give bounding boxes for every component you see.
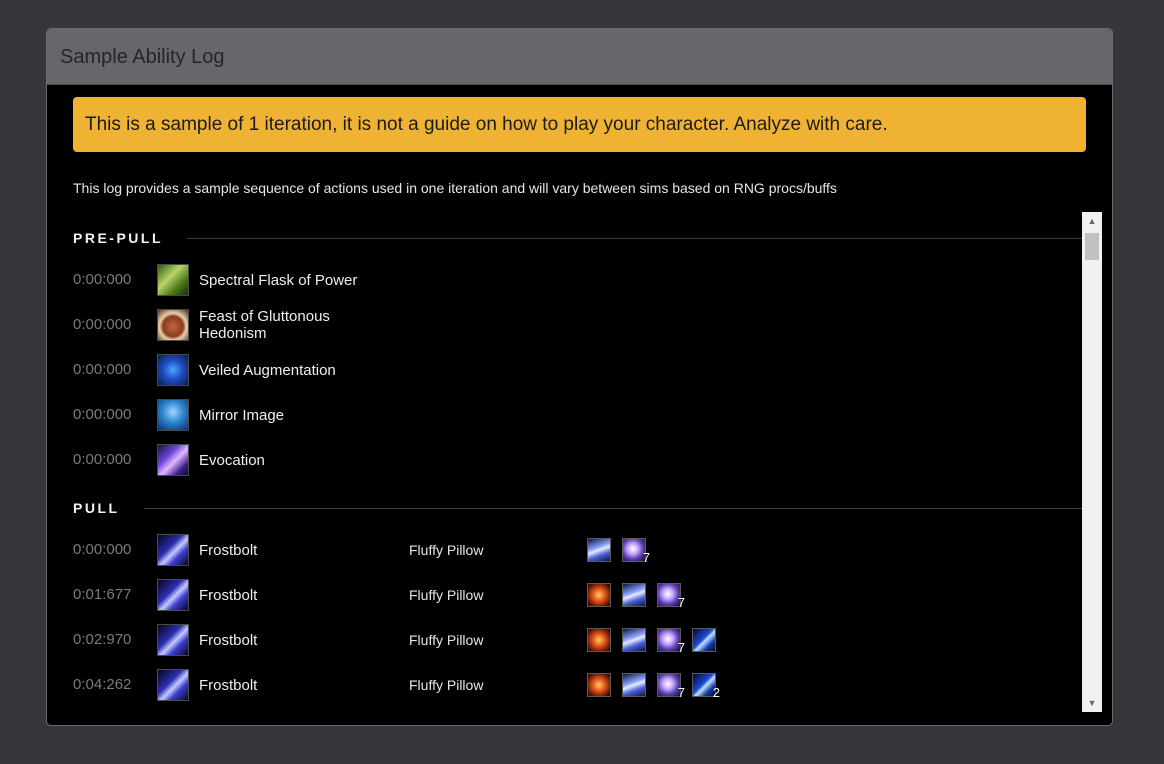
target-name: Fluffy Pillow bbox=[409, 542, 484, 558]
log-time: 0:00:000 bbox=[73, 406, 132, 423]
log-row: 0:02:970 Frostbolt Fluffy Pillow 7 bbox=[73, 622, 1073, 658]
section-divider bbox=[187, 237, 1083, 239]
log-time: 0:01:677 bbox=[73, 586, 132, 603]
section-label: PULL bbox=[73, 500, 120, 516]
target-name: Fluffy Pillow bbox=[409, 677, 484, 693]
scroll-up-arrow-icon[interactable]: ▲ bbox=[1082, 212, 1102, 230]
ability-name: Mirror Image bbox=[199, 406, 285, 424]
frost-swirl-buff-icon bbox=[587, 538, 611, 562]
ability-name: Veiled Augmentation bbox=[199, 361, 336, 379]
buff-stack-count: 2 bbox=[712, 685, 720, 700]
arcane-orb-buff-icon: 7 bbox=[657, 628, 685, 655]
fire-buff-icon bbox=[587, 673, 611, 697]
warning-banner: This is a sample of 1 iteration, it is n… bbox=[73, 97, 1086, 152]
arcane-orb-buff-icon: 7 bbox=[657, 673, 685, 700]
target-name: Fluffy Pillow bbox=[409, 587, 484, 603]
section-label: PRE-PULL bbox=[73, 230, 163, 246]
log-time: 0:04:262 bbox=[73, 676, 132, 693]
log-row: 0:00:000 Feast of Gluttonous Hedonism bbox=[73, 307, 1073, 343]
log-time: 0:00:000 bbox=[73, 271, 132, 288]
fire-buff-icon bbox=[587, 628, 611, 652]
ability-name: Frostbolt bbox=[199, 586, 258, 604]
log-row: 0:00:000 Frostbolt Fluffy Pillow 7 bbox=[73, 532, 1073, 568]
log-row: 0:04:262 Frostbolt Fluffy Pillow 7 2 bbox=[73, 667, 1073, 703]
scroll-down-arrow-icon[interactable]: ▼ bbox=[1082, 694, 1102, 712]
ability-name: Frostbolt bbox=[199, 541, 258, 559]
ability-name: Frostbolt bbox=[199, 631, 258, 649]
target-name: Fluffy Pillow bbox=[409, 632, 484, 648]
arcane-orb-buff-icon: 7 bbox=[622, 538, 650, 565]
buff-stack-count: 7 bbox=[677, 685, 685, 700]
ability-name: Frostbolt bbox=[199, 676, 258, 694]
frost-swirl-buff-icon bbox=[622, 583, 646, 607]
evocation-icon bbox=[157, 444, 189, 476]
arcane-orb-buff-icon: 7 bbox=[657, 583, 685, 610]
log-time: 0:00:000 bbox=[73, 361, 132, 378]
log-time: 0:02:970 bbox=[73, 631, 132, 648]
ability-name: Evocation bbox=[199, 451, 265, 469]
frost-swirl-buff-icon bbox=[622, 628, 646, 652]
log-time: 0:00:000 bbox=[73, 316, 132, 333]
ability-log-list[interactable]: PRE-PULL 0:00:000 Spectral Flask of Powe… bbox=[73, 212, 1112, 712]
frostbolt-icon bbox=[157, 579, 189, 611]
frostbolt-icon bbox=[157, 624, 189, 656]
panel-header: Sample Ability Log bbox=[47, 29, 1112, 85]
buff-stack-count: 7 bbox=[677, 640, 685, 655]
feast-icon bbox=[157, 309, 189, 341]
warning-text: This is a sample of 1 iteration, it is n… bbox=[85, 113, 888, 135]
log-row: 0:00:000 Spectral Flask of Power bbox=[73, 262, 1073, 298]
mirror-image-icon bbox=[157, 399, 189, 431]
log-time: 0:00:000 bbox=[73, 451, 132, 468]
log-row: 0:01:677 Frostbolt Fluffy Pillow 7 bbox=[73, 577, 1073, 613]
icy-bolt-buff-icon bbox=[692, 628, 716, 652]
log-description: This log provides a sample sequence of a… bbox=[73, 180, 837, 196]
log-time: 0:00:000 bbox=[73, 541, 132, 558]
ability-log-panel: Sample Ability Log This is a sample of 1… bbox=[46, 28, 1113, 726]
ability-name: Spectral Flask of Power bbox=[199, 271, 358, 289]
scroll-thumb[interactable] bbox=[1085, 233, 1099, 260]
panel-title: Sample Ability Log bbox=[60, 46, 225, 68]
frostbolt-icon bbox=[157, 534, 189, 566]
frostbolt-icon bbox=[157, 669, 189, 701]
spectral-flask-icon bbox=[157, 264, 189, 296]
section-header-pull: PULL bbox=[73, 498, 1083, 518]
log-scrollbar[interactable]: ▲ ▼ bbox=[1082, 212, 1102, 712]
log-row: 0:00:000 Mirror Image bbox=[73, 397, 1073, 433]
section-header-prepull: PRE-PULL bbox=[73, 228, 1083, 248]
section-divider bbox=[143, 507, 1083, 509]
buff-stack-count: 7 bbox=[677, 595, 685, 610]
buff-stack-count: 7 bbox=[642, 550, 650, 565]
fire-buff-icon bbox=[587, 583, 611, 607]
frost-swirl-buff-icon bbox=[622, 673, 646, 697]
log-row: 0:00:000 Evocation bbox=[73, 442, 1073, 478]
veiled-augment-rune-icon bbox=[157, 354, 189, 386]
icy-bolt-buff-icon: 2 bbox=[692, 673, 720, 700]
ability-name: Feast of Gluttonous Hedonism bbox=[199, 308, 330, 342]
log-row: 0:00:000 Veiled Augmentation bbox=[73, 352, 1073, 388]
